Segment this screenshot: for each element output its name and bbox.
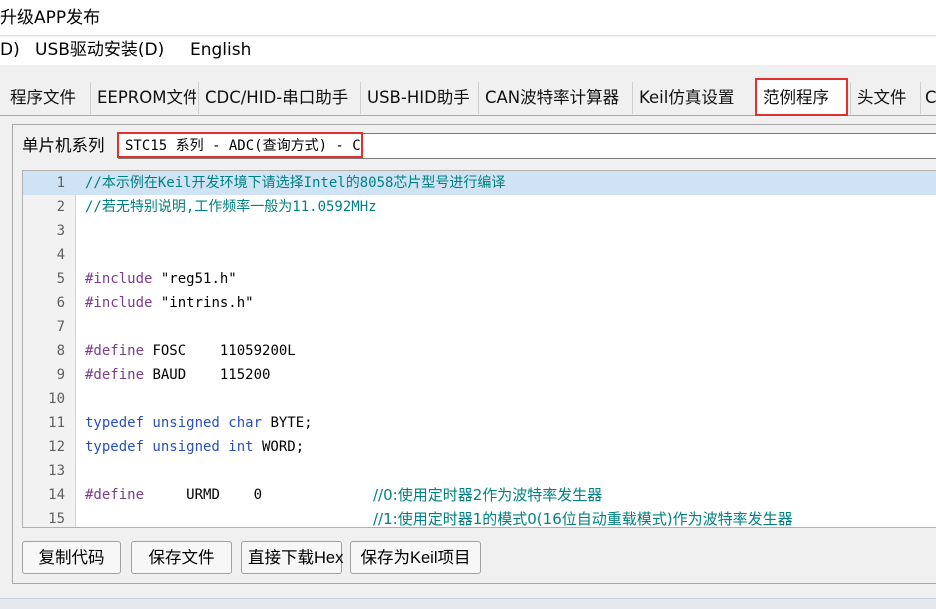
code-editor[interactable]: 1 //本示例在Keil开发环境下请选择Intel的8058芯片型号进行编译 2 //…	[22, 170, 936, 528]
code-token: #define	[85, 487, 145, 503]
save-file-button[interactable]: 保存文件	[131, 541, 232, 574]
tab-keil-sim[interactable]: Keil仿真设置	[632, 82, 754, 114]
save-keil-project-button[interactable]: 保存为Keil项目	[350, 541, 481, 574]
line-number: 15	[48, 511, 65, 527]
code-text: #include "reg51.h"	[85, 267, 237, 291]
menu-item-usb-driver[interactable]: USB驱动安装(D)	[35, 37, 164, 63]
code-text: #include "intrins.h"	[85, 291, 254, 315]
code-text: typedef unsigned int WORD;	[85, 435, 304, 459]
code-line: 12 typedef unsigned int WORD;	[23, 435, 936, 459]
code-token: WORD;	[253, 439, 305, 455]
code-line: 7	[23, 315, 936, 339]
line-number: 6	[56, 295, 65, 311]
code-text: #define BAUD 115200	[85, 363, 270, 387]
code-text: typedef unsigned char BYTE;	[85, 411, 313, 435]
line-number: 4	[56, 247, 65, 263]
code-text: //若无特别说明,工作频率一般为11.0592MHz	[85, 195, 377, 219]
line-number: 12	[48, 439, 65, 455]
menu-item-partial[interactable]: D)	[0, 37, 20, 63]
tab-usb-hid[interactable]: USB-HID助手	[360, 82, 476, 114]
code-token: URMD 0	[144, 487, 263, 503]
code-text: #define URMD 0	[85, 483, 262, 507]
line-number: 9	[56, 367, 65, 383]
code-text: //本示例在Keil开发环境下请选择Intel的8058芯片型号进行编译	[85, 171, 505, 195]
line-number: 14	[48, 487, 65, 503]
code-line: 13	[23, 459, 936, 483]
code-token: #include	[85, 271, 153, 287]
code-line: 6 #include "intrins.h"	[23, 291, 936, 315]
code-token: #define	[85, 343, 145, 359]
line-number: 1	[56, 175, 65, 191]
code-line: 2 //若无特别说明,工作频率一般为11.0592MHz	[23, 195, 936, 219]
tab-header-files[interactable]: 头文件	[850, 82, 918, 114]
code-line: 8 #define FOSC 11059200L	[23, 339, 936, 363]
code-line: 1 //本示例在Keil开发环境下请选择Intel的8058芯片型号进行编译	[23, 171, 936, 195]
download-hex-button[interactable]: 直接下载Hex	[241, 541, 343, 574]
tab-cdc-hid-serial[interactable]: CDC/HID-串口助手	[198, 82, 358, 114]
copy-code-button[interactable]: 复制代码	[22, 541, 121, 574]
window-title: 升级APP发布	[0, 8, 101, 28]
line-number: 5	[56, 271, 65, 287]
code-line: 15 //1:使用定时器1的模式0(16位自动重载模式)作为波特率发生器	[23, 507, 936, 528]
line-number: 8	[56, 343, 65, 359]
mcu-series-select[interactable]: STC15 系列 - ADC(查询方式) - C	[118, 133, 936, 159]
tab-eeprom-file[interactable]: EEPROM文件	[90, 82, 196, 114]
code-token: typedef unsigned int	[85, 439, 254, 455]
line-number: 3	[56, 223, 65, 239]
code-token: "reg51.h"	[152, 271, 237, 287]
line-number: 10	[48, 391, 65, 407]
code-token: #define	[85, 367, 145, 383]
line-number: 2	[56, 199, 65, 215]
code-line: 11 typedef unsigned char BYTE;	[23, 411, 936, 435]
line-number: 11	[48, 415, 65, 431]
code-token: FOSC 11059200L	[144, 343, 296, 359]
code-token: #include	[85, 295, 153, 311]
tab-example-programs[interactable]: 范例程序	[755, 78, 848, 116]
code-comment: //1:使用定时器1的模式0(16位自动重载模式)作为波特率发生器	[373, 510, 793, 528]
tab-can-baud-calculator[interactable]: CAN波特率计算器	[478, 82, 630, 114]
code-comment: //0:使用定时器2作为波特率发生器	[373, 486, 603, 504]
status-bar	[0, 598, 936, 609]
code-token: "intrins.h"	[152, 295, 254, 311]
code-line: 4	[23, 243, 936, 267]
code-line: 14 #define URMD 0 //0:使用定时器2作为波特率发生器	[23, 483, 936, 507]
tab-program-file[interactable]: 程序文件	[4, 82, 88, 114]
code-line: 5 #include "reg51.h"	[23, 267, 936, 291]
code-token: //若无特别说明,工作频率一般为11.0592MHz	[85, 199, 377, 215]
menu-item-english[interactable]: English	[190, 37, 251, 63]
window-title-bar: 升级APP发布	[0, 0, 936, 36]
code-line: 3	[23, 219, 936, 243]
code-token: BYTE;	[262, 415, 313, 431]
line-number: 7	[56, 319, 65, 335]
code-token: typedef unsigned char	[85, 415, 263, 431]
menu-bar: D) USB驱动安装(D) English	[0, 37, 936, 65]
code-token: BAUD 115200	[144, 367, 271, 383]
code-line: 9 #define BAUD 115200	[23, 363, 936, 387]
code-line: 10	[23, 387, 936, 411]
code-token: //本示例在Keil开发环境下请选择Intel的8058芯片型号进行编译	[85, 175, 506, 191]
code-text: #define FOSC 11059200L	[85, 339, 296, 363]
line-number: 13	[48, 463, 65, 479]
mcu-series-label: 单片机系列	[22, 136, 105, 155]
tab-partial[interactable]: C	[920, 82, 936, 114]
tab-strip: 程序文件 EEPROM文件 CDC/HID-串口助手 USB-HID助手 CAN…	[0, 78, 936, 116]
